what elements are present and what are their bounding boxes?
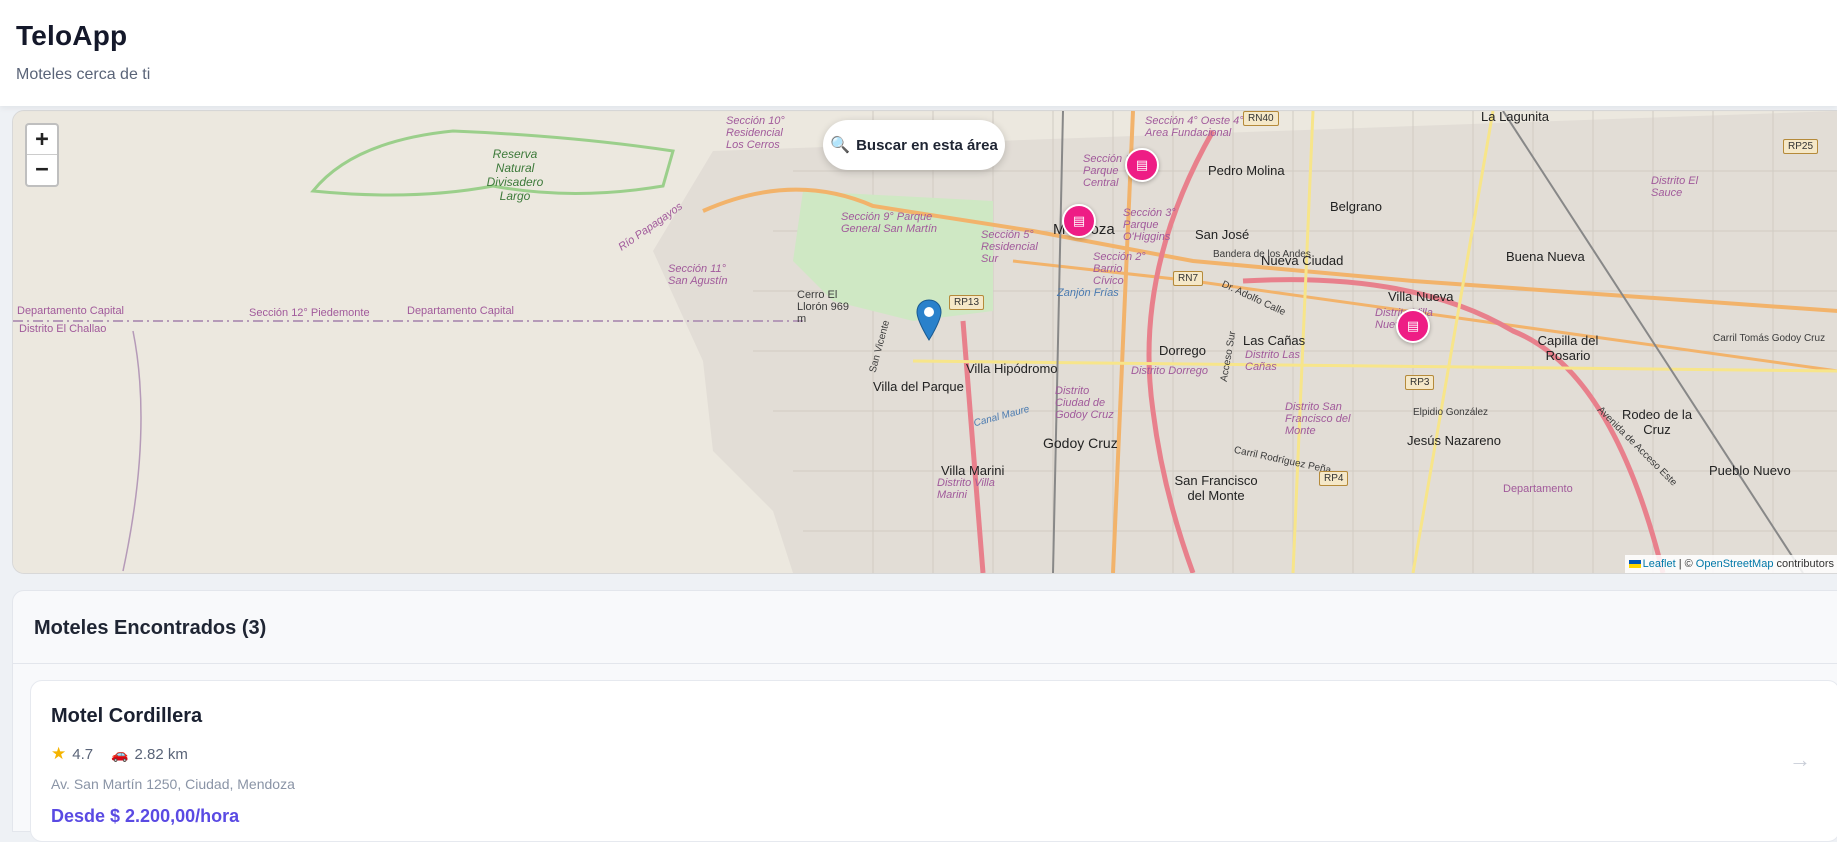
map-label-belgrano: Belgrano xyxy=(1330,199,1383,214)
map-label-dorrego: Dorrego xyxy=(1159,343,1206,358)
motel-marker-bed-icon[interactable]: ▤ xyxy=(1125,148,1159,182)
map-label-distrito-sf: Distrito San Francisco del Monte xyxy=(1285,401,1351,437)
road-shield-rn40: RN40 xyxy=(1243,111,1279,126)
map-label-distrito-sauce: Distrito El Sauce xyxy=(1651,175,1699,199)
map-label-carril-godoy: Carril Tomás Godoy Cruz xyxy=(1713,333,1826,344)
arrow-right-icon[interactable]: → xyxy=(1789,747,1811,773)
map-label-seccion12: Sección 12° Piedemonte xyxy=(249,307,370,319)
map-label-las-canas: Las Cañas xyxy=(1243,333,1306,348)
map-label-la-lagunita: La Lagunita xyxy=(1481,110,1549,124)
motel-price: Desde $ 2.200,00/hora xyxy=(51,806,240,826)
map-label-buena-nueva: Buena Nueva xyxy=(1506,249,1585,264)
zoom-out-button[interactable]: − xyxy=(27,155,57,184)
map-label-seccion4: Sección 4° Oeste 4° Area Fundacional xyxy=(1145,115,1244,139)
map-label-seccion5: Sección 5° Residencial Sur xyxy=(981,229,1038,265)
map-label-seccion2: Sección 2° Barrio Cívico xyxy=(1093,251,1146,287)
motel-distance-value: 2.82 km xyxy=(134,745,188,763)
map-label-depto-capital-2: Departamento Capital xyxy=(407,305,515,317)
map-label-seccion9: Sección 9° Parque General San Martín xyxy=(841,211,937,235)
attribution-separator: | © xyxy=(1678,558,1693,570)
road-shield-rn7: RN7 xyxy=(1173,271,1204,286)
map-label-villa-marini: Villa Marini xyxy=(941,463,1005,478)
zoom-control: + − xyxy=(25,123,59,187)
map-label-reserva: Reserva Natural Divisadero Largo xyxy=(486,147,544,203)
motel-meta: ★ 4.7 🚗 2.82 km xyxy=(51,744,188,764)
motel-marker-bed-icon[interactable]: ▤ xyxy=(1396,309,1430,343)
map-label-godoy-cruz: Godoy Cruz xyxy=(1043,435,1118,451)
zoom-in-button[interactable]: + xyxy=(27,125,57,155)
motel-card[interactable]: Motel Cordillera ★ 4.7 🚗 2.82 km Av. San… xyxy=(30,680,1837,842)
app-subtitle: Moteles cerca de ti xyxy=(16,66,151,83)
results-header: Moteles Encontrados (3) xyxy=(13,591,1837,664)
road-shield-rp3: RP3 xyxy=(1405,375,1435,390)
road-shield-rp4: RP4 xyxy=(1319,471,1349,486)
search-icon: 🔍 xyxy=(830,137,851,154)
road-shield-rp13: RP13 xyxy=(949,295,985,310)
leaflet-link[interactable]: Leaflet xyxy=(1643,558,1676,570)
attribution-contributors: contributors xyxy=(1776,558,1834,570)
map-label-pedro-molina: Pedro Molina xyxy=(1208,163,1285,178)
motel-rating: ★ 4.7 xyxy=(51,744,93,764)
map-label-san-jose: San José xyxy=(1195,227,1250,242)
map-label-distrito-las-canas: Distrito Las Cañas xyxy=(1245,349,1301,373)
map-label-depto-capital-1: Departamento Capital xyxy=(17,305,125,317)
map-label-villa-nueva: Villa Nueva xyxy=(1388,289,1454,304)
search-area-button[interactable]: 🔍 Buscar en esta área xyxy=(823,120,1005,170)
ukraine-flag-icon xyxy=(1628,560,1641,569)
location-pin-icon[interactable] xyxy=(916,299,942,341)
motel-address: Av. San Martín 1250, Ciudad, Mendoza xyxy=(51,776,295,792)
map-label-cerro: Cerro El Llorón 969 m xyxy=(797,289,849,325)
map-label-villa-hipodromo: Villa Hipódromo xyxy=(966,361,1058,376)
map-attribution: Leaflet | © OpenStreetMap contributors xyxy=(1624,555,1837,573)
motel-rating-value: 4.7 xyxy=(72,745,94,763)
map-label-villa-del-parque: Villa del Parque xyxy=(873,379,964,394)
map-label-seccion10: Sección 10° Residencial Los Cerros xyxy=(726,115,785,151)
map-label-jesus-nazareno: Jesús Nazareno xyxy=(1407,433,1501,448)
map-label-distrito-godoy: Distrito Ciudad de Godoy Cruz xyxy=(1055,385,1114,421)
map-label-epidio: Elpidio González xyxy=(1413,407,1489,418)
results-panel: Moteles Encontrados (3) Motel Cordillera… xyxy=(12,590,1837,842)
map-label-pueblo-nuevo: Pueblo Nuevo xyxy=(1709,463,1791,478)
app-title: TeloApp xyxy=(16,20,128,51)
map-label-san-francisco: San Francisco del Monte xyxy=(1174,473,1258,503)
map-label-seccion11: Sección 11° San Agustín xyxy=(668,263,728,287)
star-icon: ★ xyxy=(51,744,67,763)
map-label-distrito-challao: Distrito El Challao xyxy=(19,323,107,335)
map-label-seccion3: Sección 3° Parque O'Higgins xyxy=(1123,207,1176,243)
map-label-capilla: Capilla del Rosario xyxy=(1537,333,1599,363)
road-shield-rp25: RP25 xyxy=(1783,139,1819,154)
motel-marker-bed-icon[interactable]: ▤ xyxy=(1062,204,1096,238)
map[interactable]: Reserva Natural Divisadero Largo Sección… xyxy=(12,110,1837,574)
motel-distance: 🚗 2.82 km xyxy=(111,744,188,764)
map-label-distrito-dorrego: Distrito Dorrego xyxy=(1131,365,1209,377)
map-label-departamento: Departamento xyxy=(1503,483,1573,495)
app-header: TeloApp Moteles cerca de ti xyxy=(0,0,1837,106)
search-area-label: Buscar en esta área xyxy=(856,136,998,154)
map-label-distrito-villa-marini: Distrito Villa Marini xyxy=(937,477,995,501)
results-title: Moteles Encontrados (3) xyxy=(34,617,267,639)
osm-link[interactable]: OpenStreetMap xyxy=(1696,558,1774,570)
map-label-zanjon: Zanjón Frías xyxy=(1057,287,1119,299)
car-icon: 🚗 xyxy=(111,745,129,762)
motel-name: Motel Cordillera xyxy=(51,705,203,727)
map-label-bandera-andes: Bandera de los Andes xyxy=(1213,249,1311,260)
